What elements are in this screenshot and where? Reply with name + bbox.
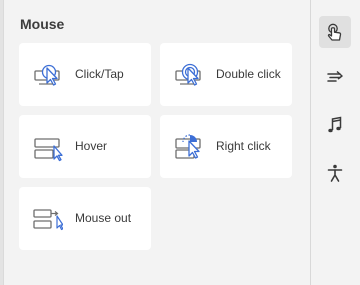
rail-button-accessibility[interactable] <box>319 157 351 189</box>
trigger-hover[interactable]: Hover <box>19 115 151 178</box>
accessibility-icon <box>327 164 343 182</box>
right-click-icon <box>174 132 204 162</box>
mouse-out-icon <box>33 204 64 234</box>
click-tap-icon <box>33 60 63 90</box>
rail-button-touch[interactable] <box>319 16 351 48</box>
panel-edge <box>0 0 4 285</box>
trigger-mouse-out[interactable]: Mouse out <box>19 187 151 250</box>
rail-button-timeline[interactable] <box>319 61 351 93</box>
trigger-label: Click/Tap <box>75 67 124 81</box>
trigger-label: Hover <box>75 139 108 153</box>
double-click-icon <box>174 60 204 90</box>
trigger-label: Double click <box>216 67 281 81</box>
trigger-label: Mouse out <box>75 211 132 225</box>
trigger-right-click[interactable]: Right click <box>160 115 292 178</box>
trigger-panel: Mouse Click/Tap Double click Hover Right… <box>5 0 310 285</box>
trigger-double-click[interactable]: Double click <box>160 43 292 106</box>
hover-icon <box>33 132 63 162</box>
section-title: Mouse <box>20 16 65 32</box>
rail-button-audio[interactable] <box>319 109 351 141</box>
fast-forward-icon <box>327 70 343 82</box>
right-rail <box>310 0 360 285</box>
music-note-icon <box>328 116 342 133</box>
trigger-label: Right click <box>216 139 271 153</box>
trigger-click-tap[interactable]: Click/Tap <box>19 43 151 106</box>
touch-icon <box>327 23 342 41</box>
